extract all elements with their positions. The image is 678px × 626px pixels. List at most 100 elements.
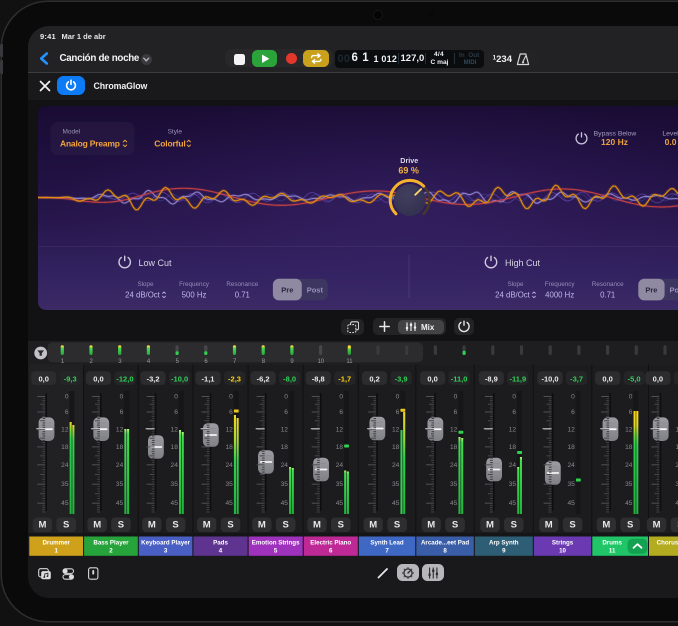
svg-text:M: M <box>257 520 265 531</box>
svg-text:24: 24 <box>115 462 123 469</box>
svg-text:M: M <box>486 520 494 531</box>
svg-text:18: 18 <box>625 444 633 451</box>
svg-text:35: 35 <box>392 481 400 488</box>
svg-text:-12,0: -12,0 <box>116 374 133 383</box>
svg-text:35: 35 <box>625 481 633 488</box>
svg-text:5: 5 <box>273 547 277 554</box>
svg-text:S: S <box>227 520 233 531</box>
svg-text:-3,9: -3,9 <box>394 374 407 383</box>
svg-text:Slope: Slope <box>507 281 524 288</box>
svg-text:Keyboard Player: Keyboard Player <box>141 539 190 546</box>
svg-text:Low Cut: Low Cut <box>139 258 173 268</box>
svg-text:12: 12 <box>115 427 123 434</box>
svg-text:6: 6 <box>329 547 333 554</box>
svg-text:6: 6 <box>453 409 457 416</box>
svg-text:45: 45 <box>567 500 575 507</box>
svg-text:Model: Model <box>63 128 81 135</box>
svg-text:Pads: Pads <box>213 539 228 546</box>
svg-text:Drive: Drive <box>400 156 418 165</box>
svg-text:6: 6 <box>395 409 399 416</box>
svg-text:-10,0: -10,0 <box>541 374 558 383</box>
svg-text:24: 24 <box>508 462 516 469</box>
svg-text:45: 45 <box>115 500 123 507</box>
svg-text:S: S <box>451 520 457 531</box>
svg-text:18: 18 <box>508 444 516 451</box>
svg-text:9: 9 <box>502 547 506 554</box>
svg-text:M: M <box>93 520 101 531</box>
svg-text:18: 18 <box>392 444 400 451</box>
svg-text:24: 24 <box>392 462 400 469</box>
svg-text:-6,2: -6,2 <box>256 374 269 383</box>
svg-text:Emotion Strings: Emotion Strings <box>251 539 299 546</box>
svg-text:45: 45 <box>335 500 343 507</box>
svg-text:Chorus V: Chorus V <box>656 539 678 546</box>
svg-text:S: S <box>510 520 516 531</box>
svg-text:Colorful: Colorful <box>154 139 185 149</box>
svg-text:Slope: Slope <box>137 281 154 288</box>
svg-text:6: 6 <box>64 409 68 416</box>
svg-text:-2,3: -2,3 <box>228 374 241 383</box>
svg-text:45: 45 <box>280 500 288 507</box>
svg-text:Post: Post <box>307 286 324 295</box>
svg-text:M: M <box>312 520 320 531</box>
svg-text:0: 0 <box>628 394 632 401</box>
svg-text:M: M <box>602 520 610 531</box>
svg-text:6: 6 <box>571 409 575 416</box>
svg-text:0: 0 <box>174 394 178 401</box>
svg-text:18: 18 <box>225 444 233 451</box>
svg-text:8: 8 <box>443 547 447 554</box>
svg-text:12: 12 <box>567 427 575 434</box>
svg-text:M: M <box>202 520 210 531</box>
svg-text:-1,1: -1,1 <box>201 374 214 383</box>
svg-text:M: M <box>427 520 435 531</box>
svg-text:-5,0: -5,0 <box>627 374 640 383</box>
svg-text:45: 45 <box>625 500 633 507</box>
svg-text:24 dB/Oct: 24 dB/Oct <box>495 291 531 300</box>
svg-text:18: 18 <box>170 444 178 451</box>
svg-text:M: M <box>369 520 377 531</box>
svg-text:35: 35 <box>61 481 69 488</box>
svg-text:18: 18 <box>450 444 458 451</box>
svg-text:4000 Hz: 4000 Hz <box>545 291 574 300</box>
svg-text:12: 12 <box>625 427 633 434</box>
svg-text:69 %: 69 % <box>398 165 419 175</box>
svg-text:24: 24 <box>225 462 233 469</box>
svg-text:Arcade...eet Pad: Arcade...eet Pad <box>420 539 468 546</box>
svg-text:6: 6 <box>119 409 123 416</box>
svg-text:Strings: Strings <box>551 539 573 546</box>
svg-text:0,0: 0,0 <box>38 374 48 383</box>
svg-text:24: 24 <box>567 462 575 469</box>
svg-text:18: 18 <box>61 444 69 451</box>
svg-text:0: 0 <box>339 394 343 401</box>
svg-text:12: 12 <box>450 427 458 434</box>
svg-text:6: 6 <box>229 409 233 416</box>
svg-text:S: S <box>172 520 178 531</box>
svg-text:Frequency: Frequency <box>545 281 576 288</box>
svg-text:Style: Style <box>168 128 183 135</box>
svg-text:0,0: 0,0 <box>93 374 103 383</box>
svg-text:11: 11 <box>608 547 615 554</box>
svg-text:18: 18 <box>280 444 288 451</box>
svg-text:-8,8: -8,8 <box>311 374 324 383</box>
svg-text:Drums: Drums <box>602 539 622 546</box>
svg-text:12: 12 <box>61 427 69 434</box>
svg-text:120 Hz: 120 Hz <box>601 137 628 147</box>
svg-text:18: 18 <box>115 444 123 451</box>
svg-text:Arp Synth: Arp Synth <box>489 539 519 546</box>
svg-text:35: 35 <box>335 481 343 488</box>
svg-text:-8,9: -8,9 <box>484 374 497 383</box>
svg-text:12: 12 <box>508 427 516 434</box>
svg-text:0: 0 <box>395 394 399 401</box>
svg-text:Pre: Pre <box>281 286 293 295</box>
svg-text:35: 35 <box>225 481 233 488</box>
svg-text:35: 35 <box>170 481 178 488</box>
svg-text:Electric Piano: Electric Piano <box>310 539 351 546</box>
svg-text:-11,9: -11,9 <box>509 374 526 383</box>
svg-text:18: 18 <box>335 444 343 451</box>
svg-text:10: 10 <box>317 359 324 365</box>
svg-text:24: 24 <box>450 462 458 469</box>
svg-text:12: 12 <box>335 427 343 434</box>
svg-text:10: 10 <box>559 547 566 554</box>
svg-text:6: 6 <box>339 409 343 416</box>
svg-text:Analog Preamp: Analog Preamp <box>60 139 120 149</box>
